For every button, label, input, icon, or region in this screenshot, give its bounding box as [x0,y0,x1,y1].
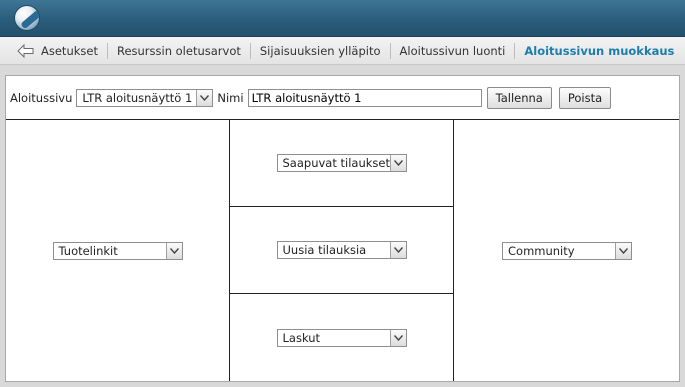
name-label: Nimi [217,90,244,105]
portlet-select-right[interactable]: Community [502,241,632,260]
layout-slot-middle-1: Saapuvat tilaukset [230,120,453,207]
layout-column-right: Community [455,120,679,381]
chevron-down-icon[interactable] [165,242,182,259]
page-select-value: LTR aloitusnäyttö 1 [82,90,193,105]
layout-column-left: Tuotelinkit [6,120,230,381]
layout-slot-right: Community [455,120,679,381]
chevron-down-icon[interactable] [389,155,406,171]
portlet-select-value: Laskut [282,330,321,345]
back-arrow-icon[interactable] [17,43,35,58]
layout-slot-left: Tuotelinkit [6,120,229,381]
save-button[interactable]: Tallenna [486,86,552,109]
chevron-down-icon[interactable] [196,89,213,106]
delete-button[interactable]: Poista [558,86,612,109]
top-header-bar [0,0,685,37]
layout-column-middle: Saapuvat tilaukset Uusia tilauksia Lasku… [230,120,454,381]
layout-slot-middle-2: Uusia tilauksia [230,207,453,294]
portlet-select-middle-1[interactable]: Saapuvat tilaukset [276,154,407,172]
portlet-select-value: Uusia tilauksia [282,243,367,257]
menu-item-aloitussivun-muokkaus[interactable]: Aloitussivun muokkaus [514,42,683,59]
page-toolbar: Aloitussivu LTR aloitusnäyttö 1 Nimi Tal… [6,76,679,119]
portlet-select-left[interactable]: Tuotelinkit [52,241,183,260]
menu-item-resurssin-oletusarvot[interactable]: Resurssin oletusarvot [106,42,250,59]
portlet-select-middle-3[interactable]: Laskut [276,328,407,347]
chevron-down-icon[interactable] [389,329,406,346]
name-input[interactable] [247,88,482,107]
menu-item-asetukset[interactable]: Asetukset [41,43,107,59]
portlet-select-value: Community [508,243,575,258]
portlet-select-middle-2[interactable]: Uusia tilauksia [276,241,407,259]
portlet-select-value: Saapuvat tilaukset [282,156,390,170]
edit-panel: Aloitussivu LTR aloitusnäyttö 1 Nimi Tal… [5,75,680,382]
page-select-label: Aloitussivu [10,90,73,105]
portlet-select-value: Tuotelinkit [58,243,118,258]
layout-grid: Tuotelinkit Saapuvat tilaukset Uusia til… [6,119,679,381]
app-logo-icon[interactable] [14,5,40,31]
navigation-menu: Asetukset Resurssin oletusarvot Sijaisuu… [0,37,685,65]
chevron-down-icon[interactable] [389,242,406,258]
menu-item-sijaisuuksien-yllapito[interactable]: Sijaisuuksien ylläpito [249,42,390,59]
menu-item-aloitussivun-luonti[interactable]: Aloitussivun luonti [389,42,515,59]
chevron-down-icon[interactable] [615,242,631,259]
page-select[interactable]: LTR aloitusnäyttö 1 [76,88,214,107]
layout-slot-middle-3: Laskut [230,294,453,381]
